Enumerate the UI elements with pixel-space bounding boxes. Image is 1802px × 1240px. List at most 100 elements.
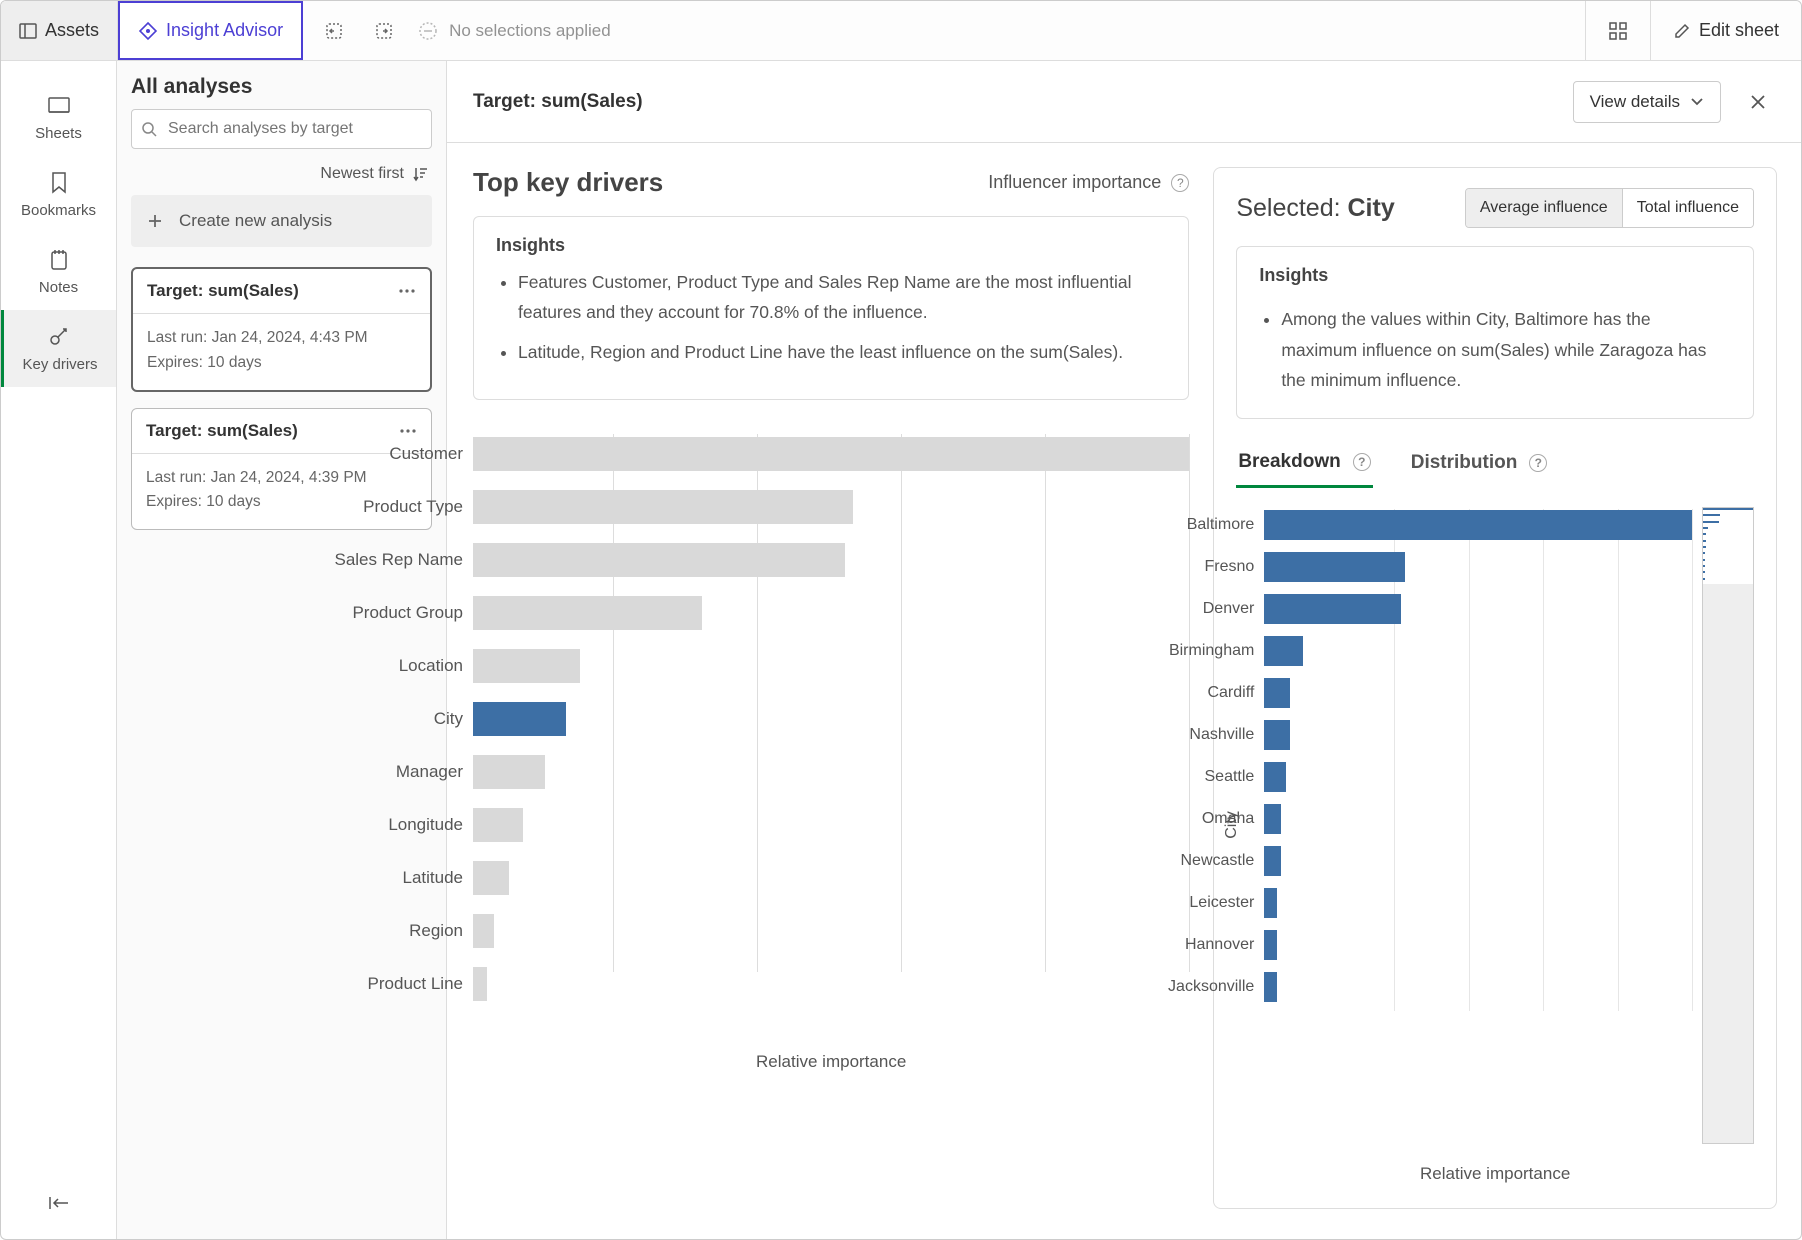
collapse-icon [48,1195,70,1211]
rail-item-key-drivers[interactable]: Key drivers [1,310,116,387]
search-input[interactable] [131,109,432,149]
chart-bar[interactable]: Longitude [473,805,1189,845]
insight-icon [138,21,158,41]
clear-selections-icon[interactable] [417,20,439,42]
chart-bar[interactable]: Region [473,911,1189,951]
chart-bar[interactable]: City [473,699,1189,739]
chart-bar[interactable]: Leicester [1264,885,1692,921]
chart-bar[interactable]: Seattle [1264,759,1692,795]
chart-bar-label: Longitude [333,815,473,835]
left-rail: Sheets Bookmarks Notes Key drivers [1,61,117,1239]
chart-bar-label: Newcastle [1134,852,1264,870]
edit-sheet-label: Edit sheet [1699,20,1779,41]
card-last-run: Last run: Jan 24, 2024, 4:39 PM [146,466,417,491]
sort-icon [412,166,428,182]
chart-bar[interactable]: Birmingham [1264,633,1692,669]
selection-forward-icon[interactable] [371,20,393,42]
chart-bar[interactable]: Latitude [473,858,1189,898]
chart-bar[interactable]: Location [473,646,1189,686]
chart-bar-label: Sales Rep Name [333,550,473,570]
chart-bar[interactable]: Manager [473,752,1189,792]
chart-bar[interactable]: Cardiff [1264,675,1692,711]
chart-bar-label: Manager [333,762,473,782]
analysis-card[interactable]: Target: sum(Sales) Last run: Jan 24, 202… [131,267,432,392]
assets-label: Assets [45,20,99,41]
chart-bar-label: Customer [333,444,473,464]
chart-bar[interactable]: Product Group [473,593,1189,633]
chevron-down-icon [1690,97,1704,107]
drivers-insights-box: Insights Features Customer, Product Type… [473,216,1189,400]
breakdown-insights-box: Insights Among the values within City, B… [1236,246,1754,419]
chart-bar-label: Denver [1134,600,1264,618]
chart-bar[interactable]: Jacksonville [1264,969,1692,1005]
chart-bar[interactable]: Newcastle [1264,843,1692,879]
search-icon [141,121,157,137]
grid-icon [1608,21,1628,41]
panel-icon [19,22,37,40]
chart-bar[interactable]: Baltimore [1264,507,1692,543]
rail-label: Notes [39,279,78,296]
view-details-button[interactable]: View details [1573,81,1721,123]
chart-bar-label: Omaha [1134,810,1264,828]
help-icon[interactable]: ? [1353,453,1371,471]
chart-bar-label: Region [333,921,473,941]
insight-advisor-button[interactable]: Insight Advisor [118,1,303,60]
selection-back-icon[interactable] [325,20,347,42]
key-drivers-icon [47,324,73,350]
sheets-icon [46,93,72,119]
chart-bar-label: Product Line [333,974,473,994]
main-target-title: Target: sum(Sales) [473,91,1553,113]
drivers-title: Top key drivers [473,167,663,198]
sort-label: Newest first [320,165,404,183]
chart-bar[interactable]: Product Type [473,487,1189,527]
help-icon[interactable]: ? [1171,174,1189,192]
card-menu-button[interactable] [395,424,421,438]
pencil-icon [1673,22,1691,40]
chart-bar[interactable]: Customer [473,434,1189,474]
card-last-run: Last run: Jan 24, 2024, 4:43 PM [147,326,416,351]
chart1-xlabel: Relative importance [473,1052,1189,1072]
rail-item-bookmarks[interactable]: Bookmarks [1,156,116,233]
collapse-rail-button[interactable] [1,1175,116,1239]
tab-breakdown[interactable]: Breakdown ? [1236,443,1372,488]
card-expires: Expires: 10 days [147,351,416,376]
create-analysis-button[interactable]: Create new analysis [131,195,432,247]
rail-label: Sheets [35,125,82,142]
view-details-label: View details [1590,92,1680,112]
assets-button[interactable]: Assets [1,1,118,60]
toggle-total-influence[interactable]: Total influence [1622,189,1753,227]
dots-icon [399,428,417,434]
chart-bar-label: Nashville [1134,726,1264,744]
chart-bar-label: Baltimore [1134,516,1264,534]
chart-bar-label: Birmingham [1134,642,1264,660]
chart-bar[interactable]: Denver [1264,591,1692,627]
dots-icon [398,288,416,294]
chart-bar-label: Cardiff [1134,684,1264,702]
plus-icon [145,211,165,231]
chart-bar[interactable]: Hannover [1264,927,1692,963]
rail-item-notes[interactable]: Notes [1,233,116,310]
chart-bar[interactable]: Nashville [1264,717,1692,753]
insights-heading: Insights [496,235,1166,256]
grid-view-button[interactable] [1585,1,1650,60]
bookmark-icon [46,170,72,196]
chart-bar-label: Leicester [1134,894,1264,912]
toggle-average-influence[interactable]: Average influence [1466,189,1622,227]
tab-distribution[interactable]: Distribution ? [1409,443,1550,488]
chart-bar-label: Fresno [1134,558,1264,576]
help-icon[interactable]: ? [1529,454,1547,472]
chart-bar[interactable]: Sales Rep Name [473,540,1189,580]
chart-bar[interactable]: Omaha [1264,801,1692,837]
rail-item-sheets[interactable]: Sheets [1,79,116,156]
sort-button[interactable]: Newest first [131,165,432,183]
chart-scrollbar[interactable] [1702,507,1754,1144]
edit-sheet-button[interactable]: Edit sheet [1650,1,1801,60]
card-menu-button[interactable] [394,284,420,298]
chart-bar-label: Product Type [333,497,473,517]
chart-bar[interactable]: Fresno [1264,549,1692,585]
chart2-xlabel: Relative importance [1236,1164,1754,1184]
chart-bar[interactable]: Product Line [473,964,1189,1004]
insight-item: Among the values within City, Baltimore … [1281,304,1731,396]
insight-label: Insight Advisor [166,20,283,41]
close-button[interactable] [1741,85,1775,119]
